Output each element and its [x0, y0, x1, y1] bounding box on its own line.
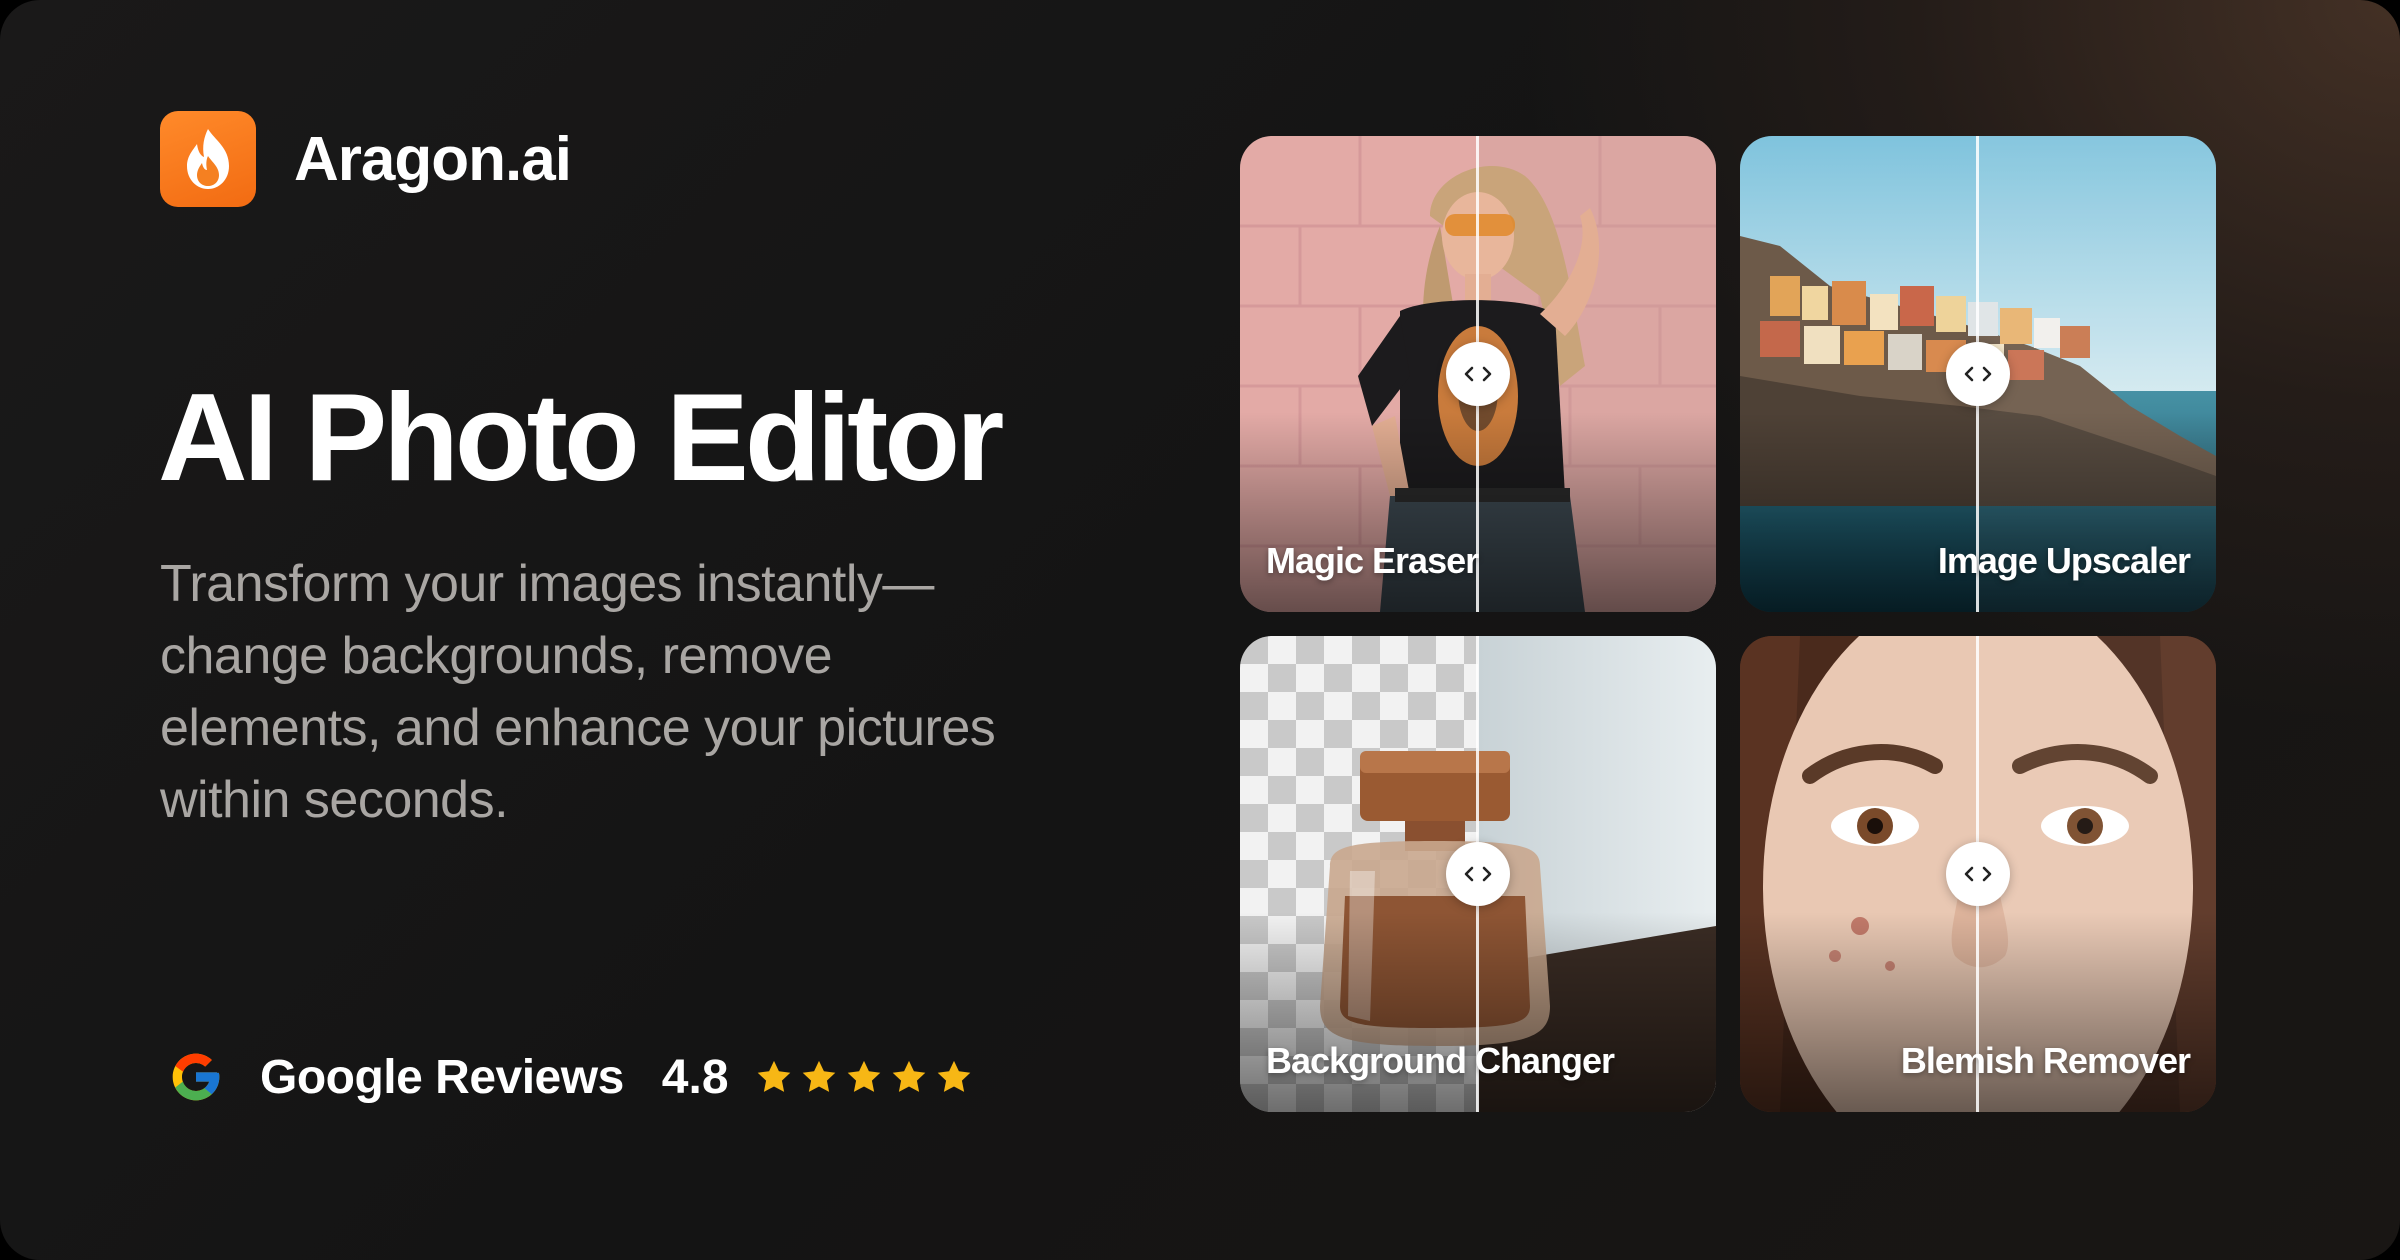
compare-handle[interactable]	[1446, 842, 1510, 906]
feature-card-magic-eraser[interactable]: Magic Eraser	[1240, 136, 1716, 612]
star-icon	[802, 1060, 835, 1092]
feature-label: Image Upscaler	[1937, 540, 2191, 581]
feature-card-image-upscaler[interactable]: Image Upscaler	[1740, 136, 2216, 612]
compare-handle[interactable]	[1946, 842, 2010, 906]
star-icon	[847, 1060, 880, 1092]
compare-arrows-icon	[1964, 366, 1992, 382]
hero-subtitle: Transform your images instantly—change b…	[160, 555, 996, 829]
star-icon	[892, 1060, 925, 1092]
star-rating	[755, 1058, 980, 1096]
star-icon	[757, 1060, 790, 1092]
promo-banner: Aragon.ai AI Photo Editor Transform your…	[0, 0, 2400, 1260]
compare-arrows-icon	[1464, 866, 1492, 882]
feature-card-background-changer[interactable]: Background Changer	[1240, 636, 1716, 1112]
feature-label: Blemish Remover	[1900, 1040, 2191, 1081]
feature-card-blemish-remover[interactable]: Blemish Remover	[1740, 636, 2216, 1112]
feature-label: Magic Eraser	[1266, 540, 1479, 581]
google-reviews-rating[interactable]: Google Reviews 4.8	[168, 1042, 980, 1112]
compare-arrows-icon	[1464, 366, 1492, 382]
flame-icon	[160, 111, 256, 207]
compare-handle[interactable]	[1446, 342, 1510, 406]
brand-logo[interactable]: Aragon.ai	[160, 111, 572, 207]
compare-handle[interactable]	[1946, 342, 2010, 406]
google-icon	[172, 1053, 220, 1101]
star-icon	[937, 1060, 970, 1092]
feature-grid: Magic Eraser Image Upscaler Background C…	[1240, 136, 2216, 1112]
rating-value: 4.8	[661, 1050, 729, 1104]
reviews-source: Google Reviews	[260, 1050, 624, 1104]
brand-name: Aragon.ai	[294, 124, 572, 194]
page-title: AI Photo Editor	[158, 369, 1004, 507]
feature-label: Background Changer	[1266, 1040, 1615, 1081]
compare-arrows-icon	[1964, 866, 1992, 882]
